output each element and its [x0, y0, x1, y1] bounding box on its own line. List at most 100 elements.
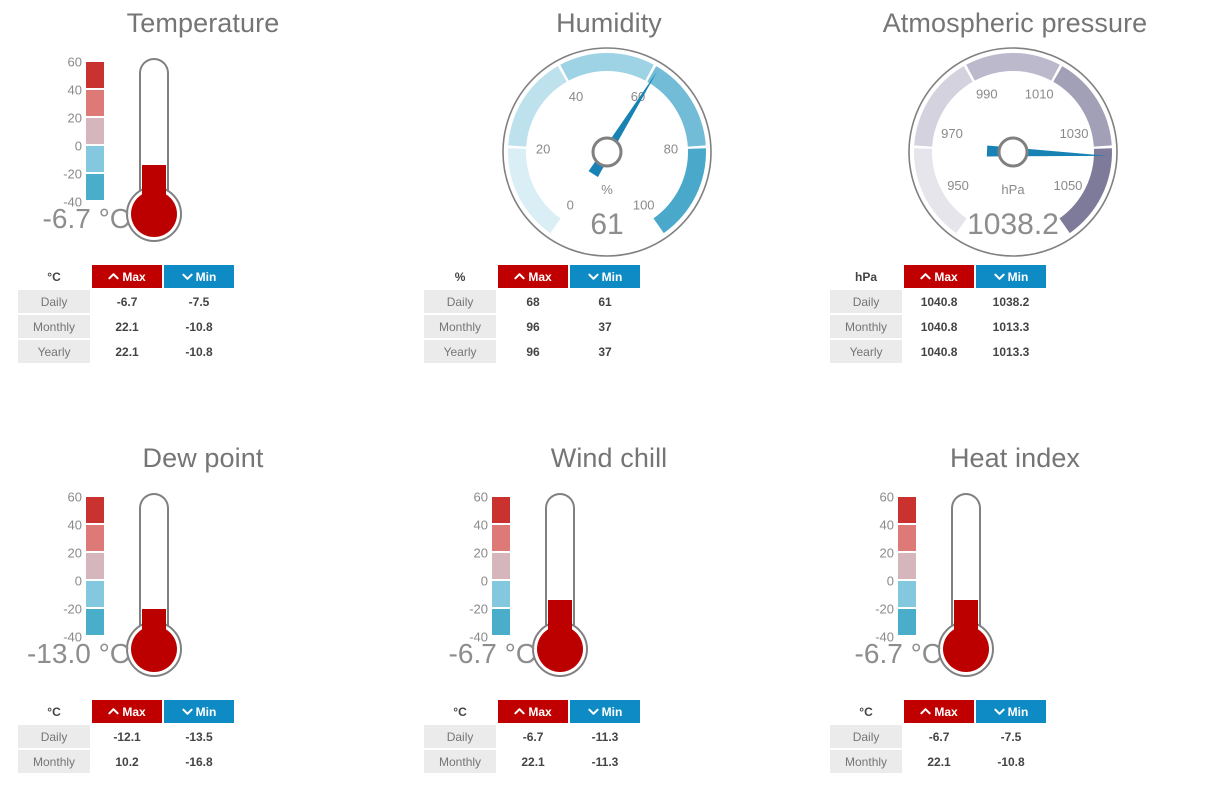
stats-min-header-label: Min	[1007, 269, 1029, 284]
thermometer-tick-label: 0	[480, 573, 488, 589]
stats-row-min-value: -10.8	[164, 340, 234, 363]
thermometer-color-scale	[492, 497, 510, 637]
weather-dashboard: Temperature 60 40 20 0 -20 -40 -6.7 °C °C Max Min D…	[0, 0, 1220, 790]
stats-row-label: Monthly	[830, 750, 903, 773]
thermometer-tick-label: -20	[63, 601, 82, 617]
gauge-band	[560, 53, 654, 81]
stats-min-header-label: Min	[601, 269, 623, 284]
stats-table: °C Max Min Daily -12.1 -13.5 Monthly 10.2 -16.8	[16, 698, 236, 775]
gauge-tick-label: 990	[976, 87, 998, 102]
thermometer-scale-segment	[492, 525, 510, 551]
chevron-up-icon	[108, 707, 120, 714]
thermometer-scale-ticks: 60 40 20 0 -20 -40	[30, 48, 82, 223]
stats-row-min-value: -16.8	[164, 750, 234, 773]
chevron-up-icon	[920, 272, 932, 279]
stats-min-header[interactable]: Min	[976, 265, 1046, 288]
chevron-down-icon	[182, 708, 193, 715]
stats-max-header-label: Max	[934, 269, 958, 284]
thermometer-body	[532, 493, 588, 678]
panel-title: Heat index	[949, 443, 1081, 473]
stats-row-max-value: 96	[498, 315, 569, 338]
thermometer-scale-segment	[492, 609, 510, 635]
panel-title: Dew point	[142, 443, 264, 473]
thermometer-mercury-bulb	[131, 191, 177, 237]
stats-row-max-value: -6.7	[498, 725, 569, 748]
stats-row-label: Daily	[830, 725, 903, 748]
thermometer-tick-label: 20	[879, 545, 894, 561]
stats-row-max-value: 1040.8	[904, 290, 975, 313]
stats-row-max-value: -12.1	[92, 725, 163, 748]
stats-header-row: °C Max Min	[18, 700, 234, 723]
gauge-value-label: 61	[590, 208, 623, 241]
gauge-unit-label: %	[601, 182, 613, 197]
gauge-tick-label: 1010	[1025, 87, 1054, 102]
gauge-tick-label: 950	[947, 178, 969, 193]
thermometer-tick-label: 20	[473, 545, 488, 561]
stats-min-header[interactable]: Min	[570, 700, 640, 723]
thermometer-value-label: -6.7 °C	[854, 638, 942, 669]
table-row: Yearly 1040.8 1013.3	[830, 340, 1046, 363]
stats-row-label: Daily	[830, 290, 903, 313]
stats-max-header[interactable]: Max	[904, 265, 975, 288]
table-row: Daily -12.1 -13.5	[18, 725, 234, 748]
stats-table: °C Max Min Daily -6.7 -7.5 Monthly 22.1 -10.8 Yea…	[16, 263, 236, 365]
thermometer-tick-label: 40	[67, 517, 82, 533]
table-row: Daily 68 61	[424, 290, 640, 313]
stats-row-min-value: 1013.3	[976, 315, 1046, 338]
stats-row-label: Yearly	[18, 340, 91, 363]
gauge-tick-label: 0	[567, 197, 574, 212]
thermometer-scale-segment	[86, 525, 104, 551]
gauge-value-label: 1038.2	[967, 208, 1059, 241]
chevron-up-icon	[108, 272, 120, 279]
gauge-hub	[591, 136, 623, 168]
thermometer-tick-label: -20	[63, 166, 82, 182]
thermometer-widget: 60 40 20 0 -20 -40 -6.7 °C	[812, 483, 1218, 698]
thermometer-scale-segment	[898, 497, 916, 523]
stats-table: °C Max Min Daily -6.7 -7.5 Monthly 22.1 -10.8	[828, 698, 1048, 775]
stats-row-min-value: 37	[570, 340, 640, 363]
table-row: Yearly 96 37	[424, 340, 640, 363]
thermometer-scale-segment	[898, 581, 916, 607]
stats-max-header[interactable]: Max	[498, 265, 569, 288]
chevron-up-icon	[514, 707, 526, 714]
stats-min-header[interactable]: Min	[976, 700, 1046, 723]
thermometer-mercury-bulb	[537, 626, 583, 672]
gauge-hub	[997, 136, 1029, 168]
panel-atmospheric-pressure: Atmospheric pressure 950 970 990 1010 1030 105…	[812, 0, 1218, 395]
gauge-tick-label: 1050	[1053, 178, 1082, 193]
thermometer-tick-label: -20	[875, 601, 894, 617]
thermometer-tick-label: 40	[879, 517, 894, 533]
stats-max-header[interactable]: Max	[904, 700, 975, 723]
stats-min-header-label: Min	[601, 704, 623, 719]
gauge-unit-label: hPa	[1001, 182, 1025, 197]
stats-max-header[interactable]: Max	[92, 265, 163, 288]
panel-humidity: Humidity 0 20 40 60 80 100% 61% Max Min Daily 68 61 M…	[406, 0, 812, 395]
stats-min-header[interactable]: Min	[164, 700, 234, 723]
thermometer-tick-label: 60	[473, 489, 488, 505]
gauge-widget: 0 20 40 60 80 100% 61	[406, 42, 812, 257]
stats-min-header-label: Min	[195, 269, 217, 284]
stats-row-label: Daily	[424, 725, 497, 748]
thermometer-tick-label: 0	[74, 573, 82, 589]
stats-min-header[interactable]: Min	[164, 265, 234, 288]
stats-row-min-value: -10.8	[164, 315, 234, 338]
thermometer-tick-label: 20	[67, 545, 82, 561]
chevron-down-icon	[994, 708, 1005, 715]
stats-row-min-value: -13.5	[164, 725, 234, 748]
stats-row-label: Monthly	[424, 750, 497, 773]
thermometer-widget: 60 40 20 0 -20 -40 -6.7 °C	[0, 48, 406, 263]
thermometer-body	[126, 493, 182, 678]
stats-min-header-label: Min	[1007, 704, 1029, 719]
stats-row-min-value: -10.8	[976, 750, 1046, 773]
gauge-band	[966, 53, 1060, 81]
gauge-tick-label: 80	[664, 142, 678, 157]
thermometer-scale-segment	[86, 118, 104, 144]
stats-min-header[interactable]: Min	[570, 265, 640, 288]
panel-title: Temperature	[126, 8, 280, 38]
stats-max-header[interactable]: Max	[92, 700, 163, 723]
gauge-widget: 950 970 990 1010 1030 1050 hPa 1038.2	[812, 42, 1218, 257]
stats-max-header[interactable]: Max	[498, 700, 569, 723]
stats-header-row: °C Max Min	[830, 700, 1046, 723]
stats-unit-header: °C	[424, 700, 497, 723]
table-row: Monthly 22.1 -11.3	[424, 750, 640, 773]
